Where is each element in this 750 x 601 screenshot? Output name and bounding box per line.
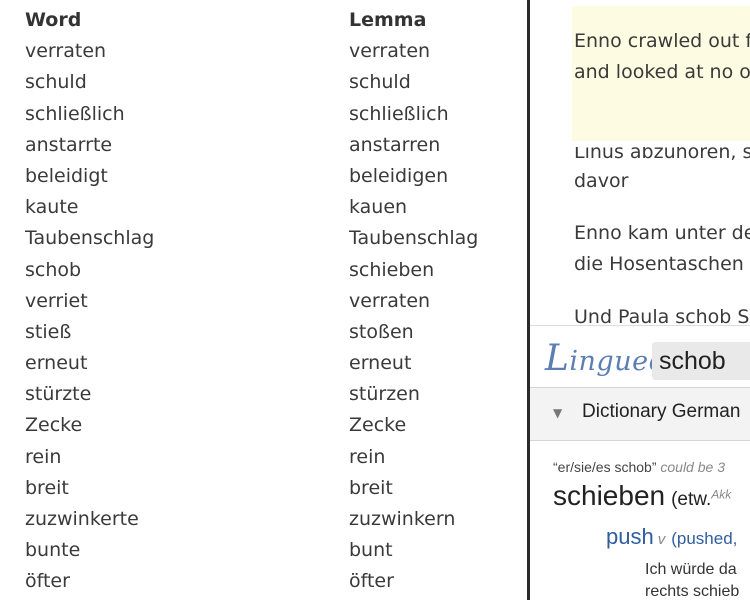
text-line: Enno kam unter der [574, 222, 750, 244]
word-cell[interactable]: Taubenschlag [25, 223, 154, 254]
headword: schieben (etw.Akk [553, 480, 731, 512]
word-table: Word verraten schuld schließlich anstarrte b… [0, 0, 527, 600]
text-line: die Hosentaschen u [574, 253, 750, 275]
translation-line: and looked at no on [574, 61, 750, 83]
form-note: “er/sie/es schob” could be 3 [553, 459, 725, 475]
translation-link[interactable]: push [606, 524, 654, 549]
lemma-cell[interactable]: öfter [349, 566, 478, 597]
lemma-cell[interactable]: anstarren [349, 130, 478, 161]
word-cell[interactable]: Zecke [25, 410, 154, 441]
search-input[interactable] [652, 342, 750, 380]
word-cell[interactable]: erneut [25, 348, 154, 379]
word-column-header[interactable]: Word [25, 5, 154, 36]
word-cell[interactable]: zuzwinkerte [25, 504, 154, 535]
lemma-cell[interactable]: rein [349, 442, 478, 473]
dictionary-bar[interactable]: ▼ Dictionary German [530, 387, 750, 441]
text-line-cut: Und Paula schob Sa [574, 306, 750, 325]
lemma-cell[interactable]: stürzen [349, 379, 478, 410]
word-cell[interactable]: breit [25, 473, 154, 504]
word-cell[interactable]: stieß [25, 317, 154, 348]
word-column: Word verraten schuld schließlich anstarrte b… [25, 5, 154, 598]
word-cell[interactable]: rein [25, 442, 154, 473]
lemma-cell[interactable]: Zecke [349, 410, 478, 441]
word-cell[interactable]: öfter [25, 566, 154, 597]
translation-forms: (pushed, [671, 529, 738, 548]
headword-sup: Akk [711, 487, 732, 502]
linguee-panel: Linguee ▼ Dictionary German “er/sie/es s… [530, 325, 750, 601]
lemma-cell[interactable]: beleidigen [349, 161, 478, 192]
headword-note: (etw. [671, 489, 712, 510]
part-of-speech: v [657, 531, 666, 548]
word-cell[interactable]: kaute [25, 192, 154, 223]
lemma-cell[interactable]: Taubenschlag [349, 223, 478, 254]
example-line: Ich würde da [645, 561, 737, 578]
lemma-cell[interactable]: schuld [349, 67, 478, 98]
word-cell[interactable]: verraten [25, 36, 154, 67]
word-cell[interactable]: schließlich [25, 99, 154, 130]
word-cell[interactable]: bunte [25, 535, 154, 566]
lemma-cell[interactable]: schieben [349, 255, 478, 286]
word-cell[interactable]: beleidigt [25, 161, 154, 192]
reader-pane: Enno crawled out fr and looked at no on … [530, 0, 750, 325]
word-cell[interactable]: schob [25, 255, 154, 286]
text-line-partial: Linus abzuhören, so [574, 141, 750, 163]
triangle-down-icon[interactable]: ▼ [553, 406, 562, 420]
word-cell[interactable]: verriet [25, 286, 154, 317]
lemma-column-header[interactable]: Lemma [349, 5, 478, 36]
lemma-cell[interactable]: stoßen [349, 317, 478, 348]
lemma-cell[interactable]: bunt [349, 535, 478, 566]
linguee-logo[interactable]: Linguee [545, 338, 665, 379]
lemma-cell[interactable]: schließlich [349, 99, 478, 130]
lemma-cell[interactable]: kauen [349, 192, 478, 223]
word-cell[interactable]: stürzte [25, 379, 154, 410]
lemma-cell[interactable]: zuzwinkern [349, 504, 478, 535]
lemma-cell[interactable]: verraten [349, 36, 478, 67]
lemma-column: Lemma verraten schuld schließlich anstarren… [349, 5, 478, 598]
text-line: davor [574, 170, 629, 192]
translation-entry: push v (pushed, [606, 524, 737, 550]
lemma-cell[interactable]: erneut [349, 348, 478, 379]
word-cell[interactable]: schuld [25, 67, 154, 98]
word-cell[interactable]: anstarrte [25, 130, 154, 161]
headword-text[interactable]: schieben [553, 480, 665, 511]
lemma-cell[interactable]: verraten [349, 286, 478, 317]
lemma-cell[interactable]: breit [349, 473, 478, 504]
translation-line: Enno crawled out fr [574, 30, 750, 52]
example-line: rechts schieb [645, 583, 740, 600]
dictionary-label: Dictionary German [582, 401, 741, 422]
